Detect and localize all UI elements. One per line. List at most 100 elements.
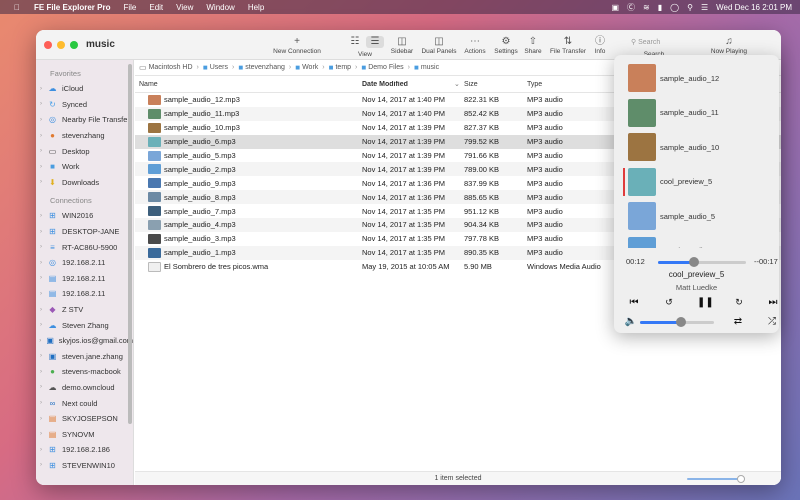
chevron-right-icon[interactable]: ›	[36, 86, 46, 92]
info-button[interactable]: ⓘ Info	[592, 36, 608, 55]
sidebar-connection-0[interactable]: › ⊞ WIN2016	[36, 208, 133, 224]
sidebar-button[interactable]: ◫ Sidebar	[389, 36, 415, 55]
sidebar-connection-10[interactable]: › ● stevens-macbook	[36, 364, 133, 380]
chevron-right-icon[interactable]: ›	[36, 447, 46, 453]
sidebar-connection-13[interactable]: › ▤ SKYJOSEPSON	[36, 411, 133, 427]
menu-help[interactable]: Help	[248, 3, 264, 12]
minimize-button[interactable]	[57, 41, 65, 49]
chevron-right-icon[interactable]: ›	[36, 384, 46, 390]
column-date[interactable]: Date Modified	[362, 81, 454, 88]
sidebar-connection-3[interactable]: › ◎ 192.168.2.11	[36, 255, 133, 271]
menu-window[interactable]: Window	[206, 3, 234, 12]
search-field[interactable]: ⚲ Search	[631, 38, 695, 50]
battery-icon[interactable]: ▮	[658, 3, 662, 12]
chevron-right-icon[interactable]: ›	[36, 133, 46, 139]
new-connection-button[interactable]: + New Connection	[272, 36, 322, 55]
skip-back-15-icon[interactable]: ↺	[662, 297, 676, 308]
progress-knob[interactable]	[689, 257, 700, 267]
volume-knob[interactable]	[675, 317, 686, 327]
slider-knob[interactable]	[737, 475, 745, 483]
sidebar-favorite-2[interactable]: › ◎ Nearby File Transfer	[36, 112, 133, 128]
sidebar-favorite-1[interactable]: › ↻ Synced	[36, 97, 133, 113]
chevron-right-icon[interactable]: ›	[36, 307, 46, 313]
chevron-right-icon[interactable]: ›	[36, 400, 46, 406]
control-center-icon[interactable]: ☰	[701, 3, 708, 12]
breadcrumb-item[interactable]: ▭ Macintosh HD	[139, 63, 193, 72]
playlist-item[interactable]: sample_audio_5	[628, 201, 768, 231]
view-list-button[interactable]: ☰	[366, 36, 384, 48]
keyboard-a-icon[interactable]: Ⓒ	[627, 2, 635, 13]
chevron-right-icon[interactable]: ›	[36, 416, 46, 422]
user-icon[interactable]: ◯	[670, 3, 679, 12]
progress-slider[interactable]	[658, 257, 746, 267]
chevron-right-icon[interactable]: ›	[36, 275, 46, 281]
column-type[interactable]: Type	[527, 81, 627, 88]
sort-chevron-icon[interactable]: ⌄	[454, 80, 464, 88]
zoom-button[interactable]	[70, 41, 78, 49]
playlist-item[interactable]: sample_audio_10	[628, 132, 768, 162]
chevron-right-icon[interactable]: ›	[36, 431, 46, 437]
sidebar-connection-7[interactable]: › ☁ Steven Zhang	[36, 317, 133, 333]
menu-edit[interactable]: Edit	[149, 3, 163, 12]
chevron-right-icon[interactable]: ›	[36, 338, 45, 344]
sidebar-favorite-0[interactable]: › ☁ iCloud	[36, 81, 133, 97]
breadcrumb-item[interactable]: ■ Work	[295, 63, 318, 72]
chevron-right-icon[interactable]: ›	[36, 179, 46, 185]
file-transfer-button[interactable]: ⇅ File Transfer	[548, 36, 588, 55]
now-playing-button[interactable]: ♫ Now Playing	[706, 36, 752, 55]
breadcrumb-item[interactable]: ■ temp	[329, 63, 351, 72]
view-columns-button[interactable]: ☷	[346, 36, 364, 48]
sidebar-connection-15[interactable]: › ⊞ 192.168.2.186	[36, 442, 133, 458]
chevron-right-icon[interactable]: ›	[36, 244, 46, 250]
column-name[interactable]: Name	[139, 81, 362, 88]
chevron-right-icon[interactable]: ›	[36, 353, 46, 359]
chevron-right-icon[interactable]: ›	[36, 148, 46, 154]
playlist-item[interactable]: sample_audio_11	[628, 98, 768, 128]
search-icon[interactable]: ⚲	[687, 3, 693, 12]
sidebar-connection-4[interactable]: › ▤ 192.168.2.11	[36, 271, 133, 287]
playlist-item[interactable]: sample_audio_12	[628, 63, 768, 93]
sidebar-connection-6[interactable]: › ◆ Z STV	[36, 302, 133, 318]
chevron-right-icon[interactable]: ›	[36, 117, 46, 123]
menubar-clock[interactable]: Wed Dec 16 2:01 PM	[716, 3, 792, 12]
next-track-icon[interactable]: ⏭	[766, 297, 779, 308]
chevron-right-icon[interactable]: ›	[36, 164, 46, 170]
chevron-right-icon[interactable]: ›	[36, 462, 46, 468]
sidebar-connection-1[interactable]: › ⊞ DESKTOP-JANE	[36, 224, 133, 240]
sidebar-connection-2[interactable]: › ≡ RT-AC86U-5900	[36, 239, 133, 255]
volume-slider[interactable]	[640, 317, 714, 327]
sidebar-connection-5[interactable]: › ▤ 192.168.2.11	[36, 286, 133, 302]
chevron-right-icon[interactable]: ›	[36, 101, 46, 107]
sidebar-favorite-3[interactable]: › ● stevenzhang	[36, 128, 133, 144]
share-button[interactable]: ⇧ Share	[522, 36, 544, 55]
sidebar-scrollbar[interactable]	[128, 64, 132, 424]
sidebar-connection-11[interactable]: › ☁ demo.owncloud	[36, 380, 133, 396]
icon-size-slider[interactable]	[687, 475, 745, 483]
chevron-right-icon[interactable]: ›	[36, 369, 46, 375]
menu-view[interactable]: View	[176, 3, 193, 12]
chevron-right-icon[interactable]: ›	[36, 291, 46, 297]
repeat-icon[interactable]: ⇄	[731, 316, 745, 327]
sidebar-connection-8[interactable]: › ▣ skyjos.ios@gmail.com	[36, 333, 133, 349]
chevron-right-icon[interactable]: ›	[36, 322, 46, 328]
sidebar-favorite-4[interactable]: › ▭ Desktop	[36, 143, 133, 159]
sidebar-connection-12[interactable]: › ∞ Next could	[36, 395, 133, 411]
wifi-icon[interactable]: ≋	[643, 3, 650, 12]
previous-track-icon[interactable]: ⏮	[627, 297, 641, 308]
app-menu[interactable]: FE File Explorer Pro	[34, 3, 110, 12]
sidebar-favorite-6[interactable]: › ⬇ Downloads	[36, 175, 133, 191]
breadcrumb-item[interactable]: ■ music	[414, 63, 439, 72]
playlist-item[interactable]: sample_audio_2	[628, 236, 768, 248]
breadcrumb-item[interactable]: ■ Demo Files	[361, 63, 403, 72]
dual-panels-button[interactable]: ◫ Dual Panels	[420, 36, 458, 55]
settings-button[interactable]: ⚙ Settings	[492, 36, 520, 55]
chevron-right-icon[interactable]: ›	[36, 260, 46, 266]
sidebar-connection-16[interactable]: › ⊞ STEVENWIN10	[36, 458, 133, 474]
column-size[interactable]: Size	[464, 81, 527, 88]
playlist-item[interactable]: cool_preview_5	[628, 167, 768, 197]
menu-file[interactable]: File	[123, 3, 136, 12]
breadcrumb-item[interactable]: ■ Users	[203, 63, 228, 72]
actions-button[interactable]: ⋯ Actions	[462, 36, 488, 55]
pause-icon[interactable]: ❚❚	[697, 297, 714, 308]
sidebar-favorite-5[interactable]: › ■ Work	[36, 159, 133, 175]
